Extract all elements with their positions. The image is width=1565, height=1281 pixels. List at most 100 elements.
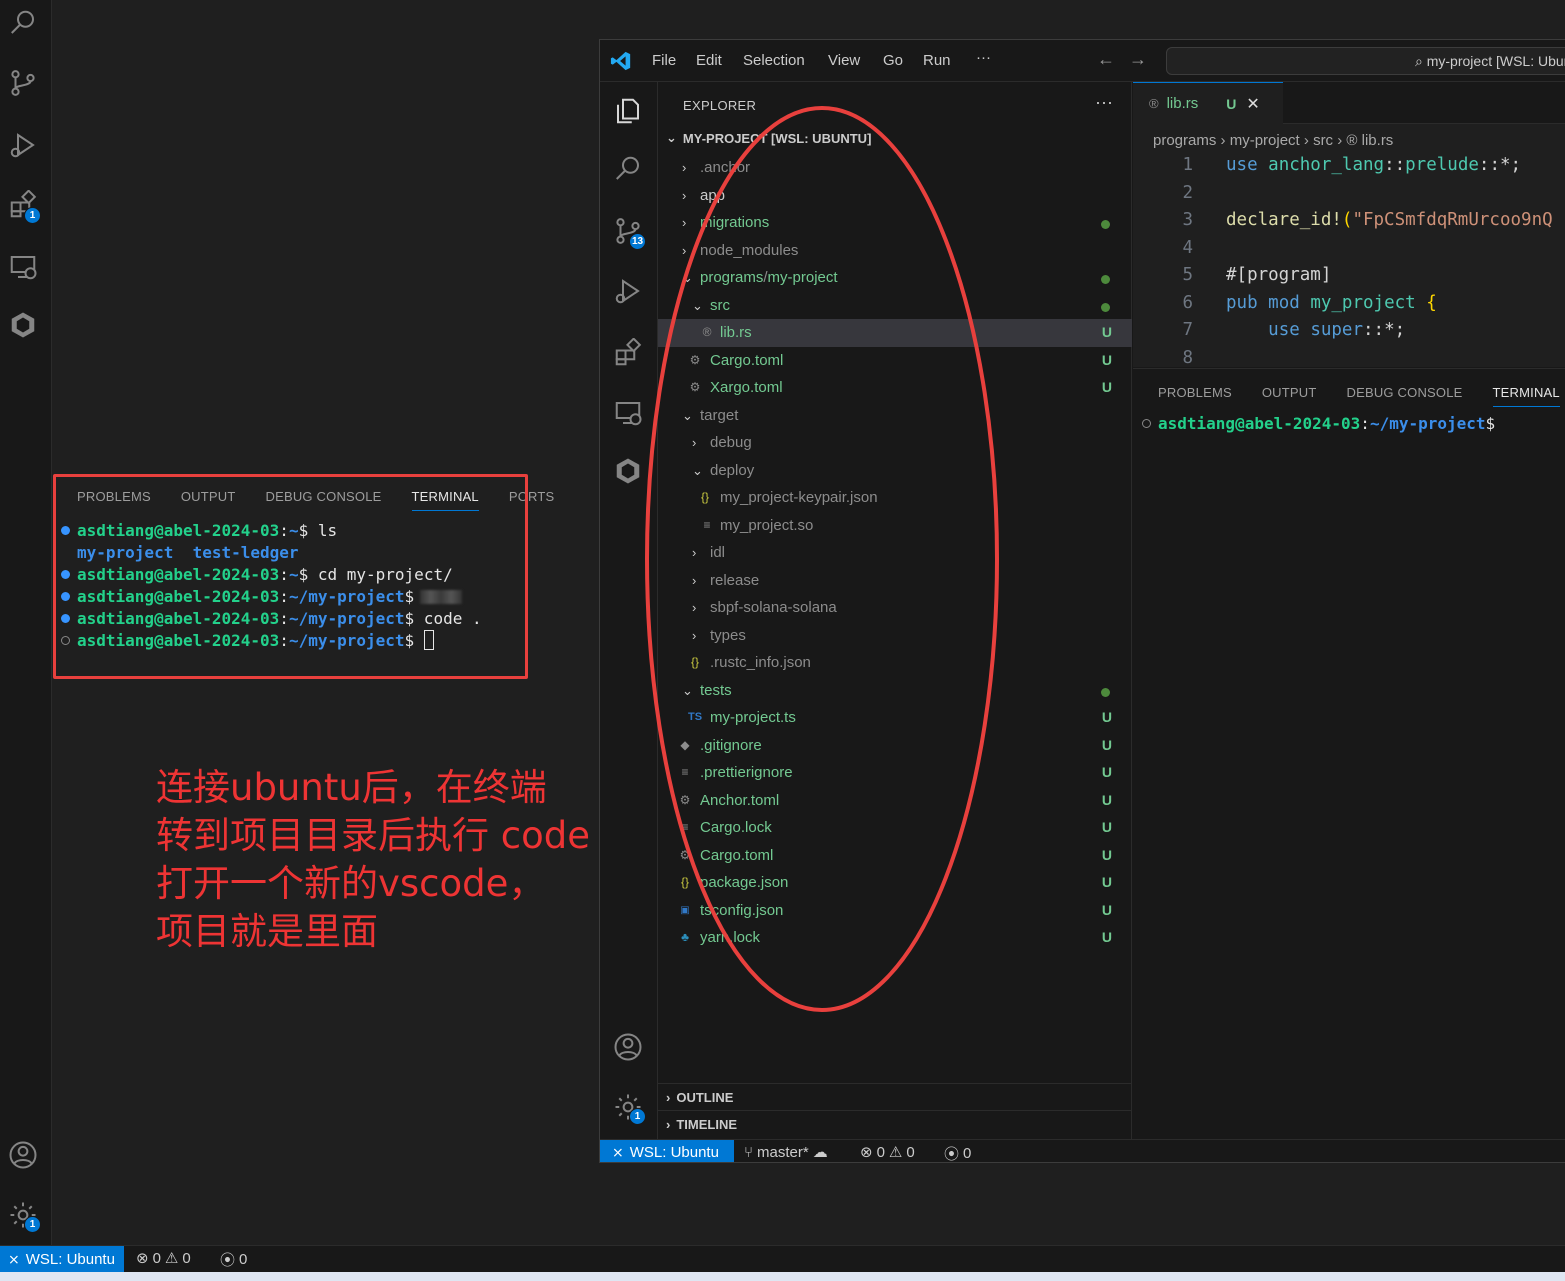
remote-indicator[interactable]: ⨯ WSL: Ubuntu — [0, 1246, 124, 1272]
menu-run[interactable]: Run — [923, 52, 951, 69]
tab-problems[interactable]: PROBLEMS — [77, 489, 151, 511]
tree-file-cargo-toml[interactable]: ⚙ Cargo.toml U — [658, 347, 1132, 375]
breadcrumb-item[interactable]: programs — [1153, 132, 1216, 149]
taskbar-edge — [0, 1272, 1565, 1281]
tree-folder-app[interactable]: › app — [658, 182, 1132, 210]
search-icon[interactable] — [6, 6, 40, 40]
explorer-files-icon[interactable] — [611, 94, 645, 128]
chevron-right-icon: › — [1303, 132, 1314, 149]
account-icon[interactable] — [611, 1030, 645, 1064]
search-icon[interactable] — [611, 152, 645, 186]
tree-file-rustc-info[interactable]: {} .rustc_info.json — [658, 649, 1132, 677]
tree-label: migrations — [700, 214, 770, 231]
command-center[interactable]: ⌕ my-project [WSL: Ubuntu] — [1166, 47, 1565, 75]
tree-folder-release[interactable]: › release — [658, 567, 1132, 595]
error-count: 0 — [152, 1249, 161, 1267]
terminal-line: asdtiang@abel-2024-03:~$ ls — [60, 520, 482, 542]
tab-debug-console[interactable]: DEBUG CONSOLE — [266, 489, 382, 511]
tree-file-yarn-lock[interactable]: ♣ yarn.lock U — [658, 924, 1132, 952]
tree-file-lib-rs[interactable]: ® lib.rs U — [658, 319, 1132, 347]
tree-file-gitignore[interactable]: ◆ .gitignore U — [658, 732, 1132, 760]
tree-folder-deploy[interactable]: ⌄ deploy — [658, 457, 1132, 485]
tree-folder-debug[interactable]: › debug — [658, 429, 1132, 457]
run-debug-icon[interactable] — [6, 128, 40, 162]
outline-section[interactable]: › OUTLINE — [658, 1083, 1132, 1110]
problems-status[interactable]: ⊗ 0 ⚠ 0 — [136, 1249, 191, 1268]
tree-label: target — [700, 406, 739, 424]
tab-lib-rs[interactable]: ® lib.rs U ✕ — [1133, 82, 1283, 124]
branch-status[interactable]: ⑂ master* ☁ — [744, 1143, 828, 1162]
outer-terminal-output[interactable]: asdtiang@abel-2024-03:~$ ls my-project t… — [60, 520, 482, 652]
breadcrumb-item[interactable]: my-project — [1230, 132, 1300, 149]
tree-file-so[interactable]: ≡ my_project.so — [658, 512, 1132, 540]
tree-file-package-json[interactable]: {} package.json U — [658, 869, 1132, 897]
gear-file-icon: ⚙ — [679, 792, 691, 807]
ports-status[interactable]: ⦿ 0 — [944, 1143, 971, 1162]
breadcrumb-item[interactable]: lib.rs — [1362, 132, 1394, 149]
status-bar: ⨯ WSL: Ubuntu ⑂ master* ☁ ⊗ 0 ⚠ 0 ⦿ 0 — [600, 1139, 1565, 1162]
source-control-icon[interactable] — [6, 66, 40, 100]
remote-explorer-icon[interactable] — [611, 396, 645, 430]
remote-indicator[interactable]: ⨯ WSL: Ubuntu — [600, 1140, 734, 1162]
menu-go[interactable]: Go — [883, 52, 903, 69]
tree-label: .anchor — [700, 159, 751, 176]
tree-folder-types[interactable]: › types — [658, 622, 1132, 650]
run-debug-icon[interactable] — [611, 274, 645, 308]
problems-status[interactable]: ⊗ 0 ⚠ 0 — [860, 1143, 915, 1162]
forward-arrow-icon[interactable]: → — [1129, 49, 1147, 70]
workspace-root[interactable]: ⌄ MY-PROJECT [WSL: UBUNTU] — [666, 130, 871, 146]
tree-folder-anchor[interactable]: › .anchor — [658, 154, 1132, 182]
back-arrow-icon[interactable]: ← — [1097, 49, 1115, 70]
tab-terminal[interactable]: TERMINAL — [411, 489, 479, 511]
tree-file-keypair-json[interactable]: {} my_project-keypair.json — [658, 484, 1132, 512]
tree-file-my-project-ts[interactable]: TS my-project.ts U — [658, 704, 1132, 732]
tree-folder-target[interactable]: ⌄ target — [658, 402, 1132, 430]
tree-file-cargo-toml-root[interactable]: ⚙ Cargo.toml U — [658, 842, 1132, 870]
tab-output[interactable]: OUTPUT — [1262, 385, 1317, 407]
tree-file-cargo-lock[interactable]: ≡ Cargo.lock U — [658, 814, 1132, 842]
anchor-extension-icon[interactable] — [611, 454, 645, 488]
remote-label: WSL: Ubuntu — [25, 1250, 115, 1268]
explorer-more-button[interactable]: ··· — [1095, 92, 1113, 113]
timeline-section[interactable]: › TIMELINE — [658, 1110, 1132, 1137]
tab-output[interactable]: OUTPUT — [181, 489, 236, 511]
breadcrumb-item[interactable]: src — [1313, 132, 1333, 149]
extensions-badge: 1 — [24, 207, 41, 224]
annotation-line: 打开一个新的vscode， — [156, 862, 546, 905]
tree-folder-migrations[interactable]: › migrations — [658, 209, 1132, 237]
remote-explorer-icon[interactable] — [6, 250, 40, 284]
rust-file-icon: ® — [1149, 96, 1159, 111]
terminal-output[interactable]: asdtiang@abel-2024-03:~/my-project$ — [1141, 413, 1495, 435]
menu-view[interactable]: View — [828, 52, 860, 69]
menu-selection[interactable]: Selection — [743, 52, 805, 69]
tree-file-tsconfig[interactable]: ▣ tsconfig.json U — [658, 897, 1132, 925]
tree-folder-src[interactable]: ⌄ src — [658, 292, 1132, 320]
tree-folder-node-modules[interactable]: › node_modules — [658, 237, 1132, 265]
code-editor[interactable]: 1 use anchor_lang::prelude::*; 2 3 declare… — [1133, 152, 1565, 372]
menu-edit[interactable]: Edit — [696, 52, 722, 69]
tree-folder-sbpf[interactable]: › sbpf-solana-solana — [658, 594, 1132, 622]
close-icon[interactable]: ✕ — [1246, 94, 1259, 114]
tree-folder-programs[interactable]: ⌄ programs/my-project — [658, 264, 1132, 292]
tree-folder-idl[interactable]: › idl — [658, 539, 1132, 567]
tab-ports[interactable]: PORTS — [509, 489, 555, 511]
anchor-extension-icon[interactable] — [6, 308, 40, 342]
panel-tabs: PROBLEMS OUTPUT DEBUG CONSOLE TERMINAL — [1158, 385, 1560, 407]
extensions-icon[interactable] — [611, 336, 645, 370]
text-file-icon: ≡ — [703, 517, 711, 532]
git-modified-dot — [1101, 687, 1110, 697]
menu-file[interactable]: File — [652, 52, 676, 69]
tab-problems[interactable]: PROBLEMS — [1158, 385, 1232, 407]
menu-more[interactable]: ··· — [976, 49, 991, 66]
tab-debug-console[interactable]: DEBUG CONSOLE — [1347, 385, 1463, 407]
tree-label: programs — [700, 269, 764, 286]
account-icon[interactable] — [6, 1138, 40, 1172]
tree-file-xargo-toml[interactable]: ⚙ Xargo.toml U — [658, 374, 1132, 402]
editor-area: ® lib.rs U ✕ programs › my-project › src… — [1133, 82, 1565, 368]
gear-file-icon: ⚙ — [689, 352, 701, 367]
tree-file-prettierignore[interactable]: ≡ .prettierignore U — [658, 759, 1132, 787]
tree-file-anchor-toml[interactable]: ⚙ Anchor.toml U — [658, 787, 1132, 815]
tab-terminal[interactable]: TERMINAL — [1492, 385, 1560, 407]
tree-folder-tests[interactable]: ⌄ tests — [658, 677, 1132, 705]
ports-status[interactable]: ⦿ 0 — [220, 1249, 247, 1270]
